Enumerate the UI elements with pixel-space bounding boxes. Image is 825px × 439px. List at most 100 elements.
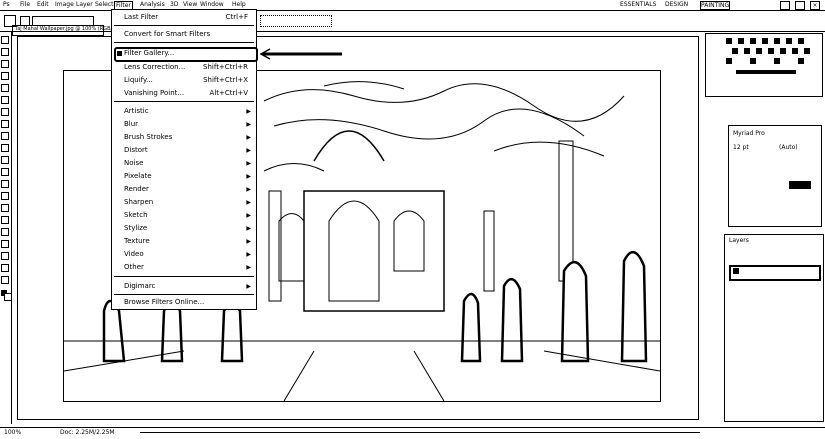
menu-item-brush-strokes[interactable]: Brush Strokes <box>124 133 172 141</box>
menu-separator <box>114 294 254 295</box>
menu-layer[interactable]: Layer <box>76 1 93 8</box>
workspace-design[interactable]: DESIGN <box>665 1 688 8</box>
menu-item-texture[interactable]: Texture <box>124 237 150 245</box>
text-color-swatch[interactable] <box>789 181 811 189</box>
background-color-swatch[interactable] <box>4 293 12 301</box>
minimize-icon[interactable] <box>780 1 790 10</box>
shortcut-lens-correction: Shift+Ctrl+R <box>203 63 248 71</box>
menu-item-digimarc[interactable]: Digimarc <box>124 282 155 290</box>
menu-item-vanishing-point[interactable]: Vanishing Point... <box>124 89 184 97</box>
hand-icon[interactable] <box>1 264 9 272</box>
shortcut-liquify: Shift+Ctrl+X <box>203 76 248 84</box>
menu-item-browse-filters[interactable]: Browse Filters Online... <box>124 298 204 306</box>
menu-item-artistic[interactable]: Artistic <box>124 107 149 115</box>
move-icon[interactable] <box>1 36 9 44</box>
horizontal-scrollbar[interactable] <box>140 432 700 433</box>
menu-item-pixelate[interactable]: Pixelate <box>124 172 152 180</box>
font-family-field[interactable]: Myriad Pro <box>733 130 765 137</box>
menu-separator <box>114 101 254 102</box>
document-tab[interactable]: Taj Mahal Wallpaper.jpg @ 100% (RGB/8) <box>12 25 117 36</box>
menu-select[interactable]: Select <box>95 1 114 8</box>
quick-select-icon[interactable] <box>1 72 9 80</box>
leading-field[interactable]: (Auto) <box>779 144 798 151</box>
path-select-icon[interactable] <box>1 228 9 236</box>
healing-icon[interactable] <box>1 108 9 116</box>
menu-item-sharpen[interactable]: Sharpen <box>124 198 153 206</box>
lasso-icon[interactable] <box>1 60 9 68</box>
submenu-arrow-icon: ▶ <box>246 108 251 115</box>
shortcut-last-filter: Ctrl+F <box>225 13 248 21</box>
eyedropper-icon[interactable] <box>1 96 9 104</box>
menu-item-noise[interactable]: Noise <box>124 159 143 167</box>
pen-icon[interactable] <box>1 204 9 212</box>
submenu-arrow-icon: ▶ <box>246 251 251 258</box>
menu-separator <box>114 42 254 43</box>
menu-3d[interactable]: 3D <box>170 1 178 8</box>
submenu-arrow-icon: ▶ <box>246 173 251 180</box>
menu-help[interactable]: Help <box>232 1 246 8</box>
menu-item-filter-gallery[interactable]: Filter Gallery... <box>124 49 174 57</box>
layers-panel-title[interactable]: Layers <box>729 237 749 244</box>
submenu-arrow-icon: ▶ <box>246 121 251 128</box>
menu-item-other[interactable]: Other <box>124 263 144 271</box>
layer-row-background[interactable] <box>729 265 821 281</box>
crop-icon[interactable] <box>1 84 9 92</box>
submenu-arrow-icon: ▶ <box>246 199 251 206</box>
menu-item-last-filter[interactable]: Last Filter <box>124 13 158 21</box>
workspace-essentials[interactable]: ESSENTIALS <box>620 1 656 8</box>
bullet-icon <box>117 51 122 56</box>
brush-icon[interactable] <box>1 120 9 128</box>
menu-file[interactable]: File <box>20 1 30 8</box>
shortcut-vanishing-point: Alt+Ctrl+V <box>209 89 248 97</box>
status-bar: 100% Doc: 2.25M/2.25M <box>0 427 825 439</box>
shape-icon[interactable] <box>1 240 9 248</box>
swatch-grid[interactable] <box>706 34 822 96</box>
submenu-arrow-icon: ▶ <box>246 238 251 245</box>
submenu-arrow-icon: ▶ <box>246 225 251 232</box>
submenu-arrow-icon: ▶ <box>246 264 251 271</box>
submenu-arrow-icon: ▶ <box>246 160 251 167</box>
submenu-arrow-icon: ▶ <box>246 212 251 219</box>
dodge-icon[interactable] <box>1 192 9 200</box>
close-icon[interactable]: × <box>810 1 820 10</box>
submenu-arrow-icon: ▶ <box>246 134 251 141</box>
marquee-icon[interactable] <box>1 48 9 56</box>
menu-separator <box>114 25 254 26</box>
type-icon[interactable] <box>1 216 9 224</box>
eraser-icon[interactable] <box>1 156 9 164</box>
doc-info: Doc: 2.25M/2.25M <box>60 429 115 436</box>
zoom-level[interactable]: 100% <box>4 429 21 436</box>
menu-item-convert-smart-filters[interactable]: Convert for Smart Filters <box>124 30 210 38</box>
filter-menu: Last Filter Ctrl+F Convert for Smart Fil… <box>111 9 258 310</box>
font-size-field[interactable]: 12 pt <box>733 144 749 151</box>
menu-item-sketch[interactable]: Sketch <box>124 211 148 219</box>
arrow-pointer-icon <box>259 48 342 60</box>
menu-ps[interactable]: Ps <box>3 1 10 8</box>
menu-view[interactable]: View <box>183 1 197 8</box>
menu-item-liquify[interactable]: Liquify... <box>124 76 153 84</box>
3d-rotate-icon[interactable] <box>1 252 9 260</box>
menu-item-video[interactable]: Video <box>124 250 144 258</box>
menu-window[interactable]: Window <box>200 1 224 8</box>
menu-image[interactable]: Image <box>55 1 74 8</box>
character-panel: Myriad Pro 12 pt (Auto) <box>728 125 822 227</box>
menu-item-blur[interactable]: Blur <box>124 120 138 128</box>
menu-edit[interactable]: Edit <box>37 1 49 8</box>
menu-analysis[interactable]: Analysis <box>140 1 165 8</box>
menu-item-lens-correction[interactable]: Lens Correction... <box>124 63 185 71</box>
zoom-icon[interactable] <box>1 276 9 284</box>
align-buttons[interactable] <box>260 15 332 27</box>
eye-icon[interactable] <box>733 268 739 274</box>
menu-item-render[interactable]: Render <box>124 185 149 193</box>
menu-item-stylize[interactable]: Stylize <box>124 224 147 232</box>
blur-icon[interactable] <box>1 180 9 188</box>
workspace-painting[interactable]: PAINTING <box>700 1 731 10</box>
menu-item-distort[interactable]: Distort <box>124 146 148 154</box>
submenu-arrow-icon: ▶ <box>246 283 251 290</box>
submenu-arrow-icon: ▶ <box>246 186 251 193</box>
gradient-icon[interactable] <box>1 168 9 176</box>
clone-stamp-icon[interactable] <box>1 132 9 140</box>
layers-panel: Layers <box>724 234 824 422</box>
history-brush-icon[interactable] <box>1 144 9 152</box>
maximize-icon[interactable] <box>795 1 805 10</box>
